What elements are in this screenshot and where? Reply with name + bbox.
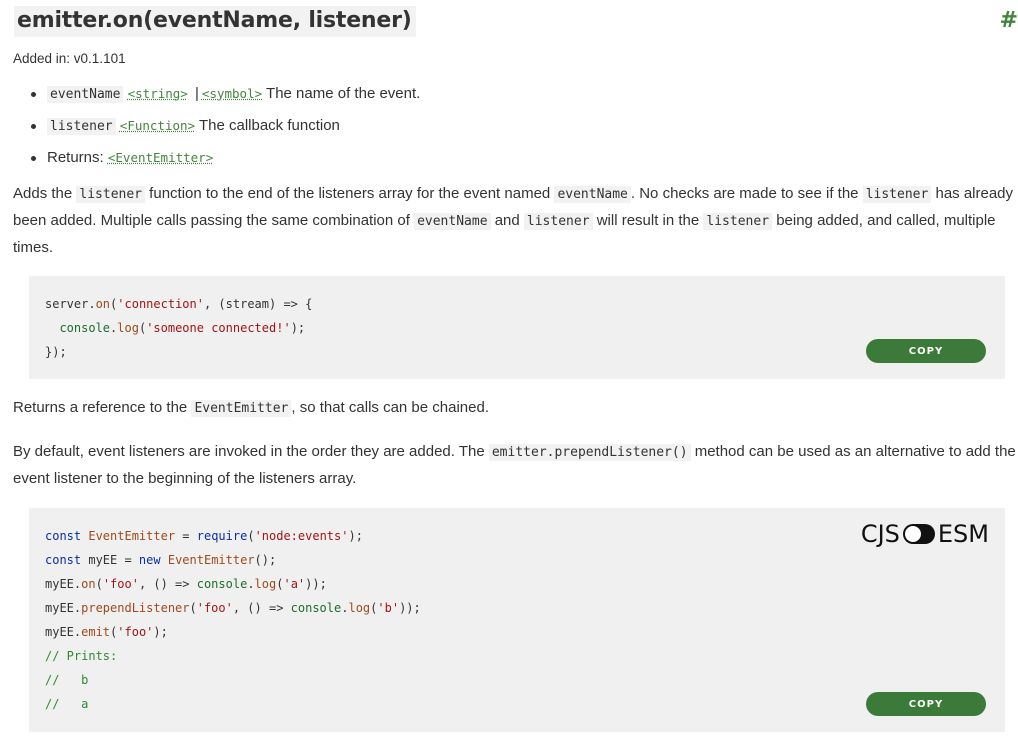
param-description: The callback function — [198, 117, 340, 134]
param-description: The name of the event. — [266, 85, 421, 102]
code-line: // Prints: — [45, 649, 118, 663]
description-paragraph: Adds the listener function to the end of… — [13, 181, 1018, 261]
text: . No checks are made to see if the — [630, 185, 863, 202]
text: will result in the — [592, 212, 704, 229]
text: By default, event listeners are invoked … — [13, 443, 489, 460]
param-name: listener — [47, 118, 116, 135]
text: Returns a reference to the — [13, 399, 192, 416]
inline-code: EventEmitter — [191, 400, 292, 417]
param-item-eventname: eventName <string> | <symbol> The name of… — [13, 82, 420, 114]
code-snippet: server.on('connection', (stream) => { co… — [45, 292, 312, 364]
code-line: // a — [45, 697, 89, 711]
toggle-switch-icon[interactable] — [902, 524, 935, 544]
code-snippet: const EventEmitter = require('node:event… — [45, 524, 421, 716]
type-link-function[interactable]: <Function> — [120, 118, 195, 133]
inline-code: eventName — [414, 213, 491, 230]
text: Adds the — [13, 185, 77, 202]
esm-label: ESM — [937, 520, 989, 548]
inline-code: listener — [862, 186, 932, 203]
code-line: console.log('someone connected!'); — [59, 321, 306, 335]
code-block-2: CJS ESM const EventEmitter = require('no… — [29, 508, 1005, 732]
param-item-returns: Returns: <EventEmitter> — [13, 146, 420, 178]
api-heading: emitter.on(eventName, listener) — [14, 6, 416, 37]
code-line: myEE.prependListener('foo', () => consol… — [45, 601, 421, 615]
code-block-1: server.on('connection', (stream) => { co… — [29, 276, 1005, 379]
code-line: const EventEmitter = require('node:event… — [45, 529, 363, 543]
text: and — [490, 212, 524, 229]
cjs-label: CJS — [860, 520, 900, 548]
param-item-listener: listener <Function> The callback functio… — [13, 114, 420, 146]
module-toggle[interactable]: CJS ESM — [861, 520, 989, 548]
heading-row: emitter.on(eventName, listener) # — [13, 0, 1018, 44]
copy-button[interactable]: COPY — [866, 339, 986, 363]
inline-code: eventName — [554, 186, 631, 203]
inline-code: listener — [703, 213, 773, 230]
param-list: eventName <string> | <symbol> The name of… — [13, 82, 420, 178]
type-link-symbol[interactable]: <symbol> — [202, 86, 262, 101]
permalink-anchor[interactable]: # — [1000, 8, 1018, 33]
code-line: server.on('connection', (stream) => { — [45, 297, 313, 311]
type-separator: | — [195, 85, 199, 102]
code-line: myEE.on('foo', () => console.log('a')); — [45, 577, 327, 591]
type-link-string[interactable]: <string> — [128, 86, 188, 101]
code-line: const myEE = new EventEmitter(); — [45, 553, 277, 567]
text: , so that calls can be chained. — [291, 399, 489, 416]
api-section: emitter.on(eventName, listener) # Added … — [13, 0, 1018, 732]
code-line: }); — [45, 345, 67, 359]
copy-button[interactable]: COPY — [866, 692, 986, 716]
inline-code: emitter.prependListener() — [488, 444, 691, 461]
returns-paragraph: Returns a reference to the EventEmitter,… — [13, 395, 1018, 422]
code-line: // b — [45, 673, 89, 687]
added-in-version: Added in: v0.1.101 — [13, 51, 126, 66]
type-link-eventemitter[interactable]: <EventEmitter> — [108, 150, 213, 165]
text: function to the end of the listeners arr… — [145, 185, 555, 202]
param-name: eventName — [47, 86, 124, 103]
code-line: myEE.emit('foo'); — [45, 625, 168, 639]
returns-label: Returns: — [47, 149, 104, 166]
order-paragraph: By default, event listeners are invoked … — [13, 439, 1018, 492]
inline-code: listener — [523, 213, 593, 230]
inline-code: listener — [76, 186, 146, 203]
